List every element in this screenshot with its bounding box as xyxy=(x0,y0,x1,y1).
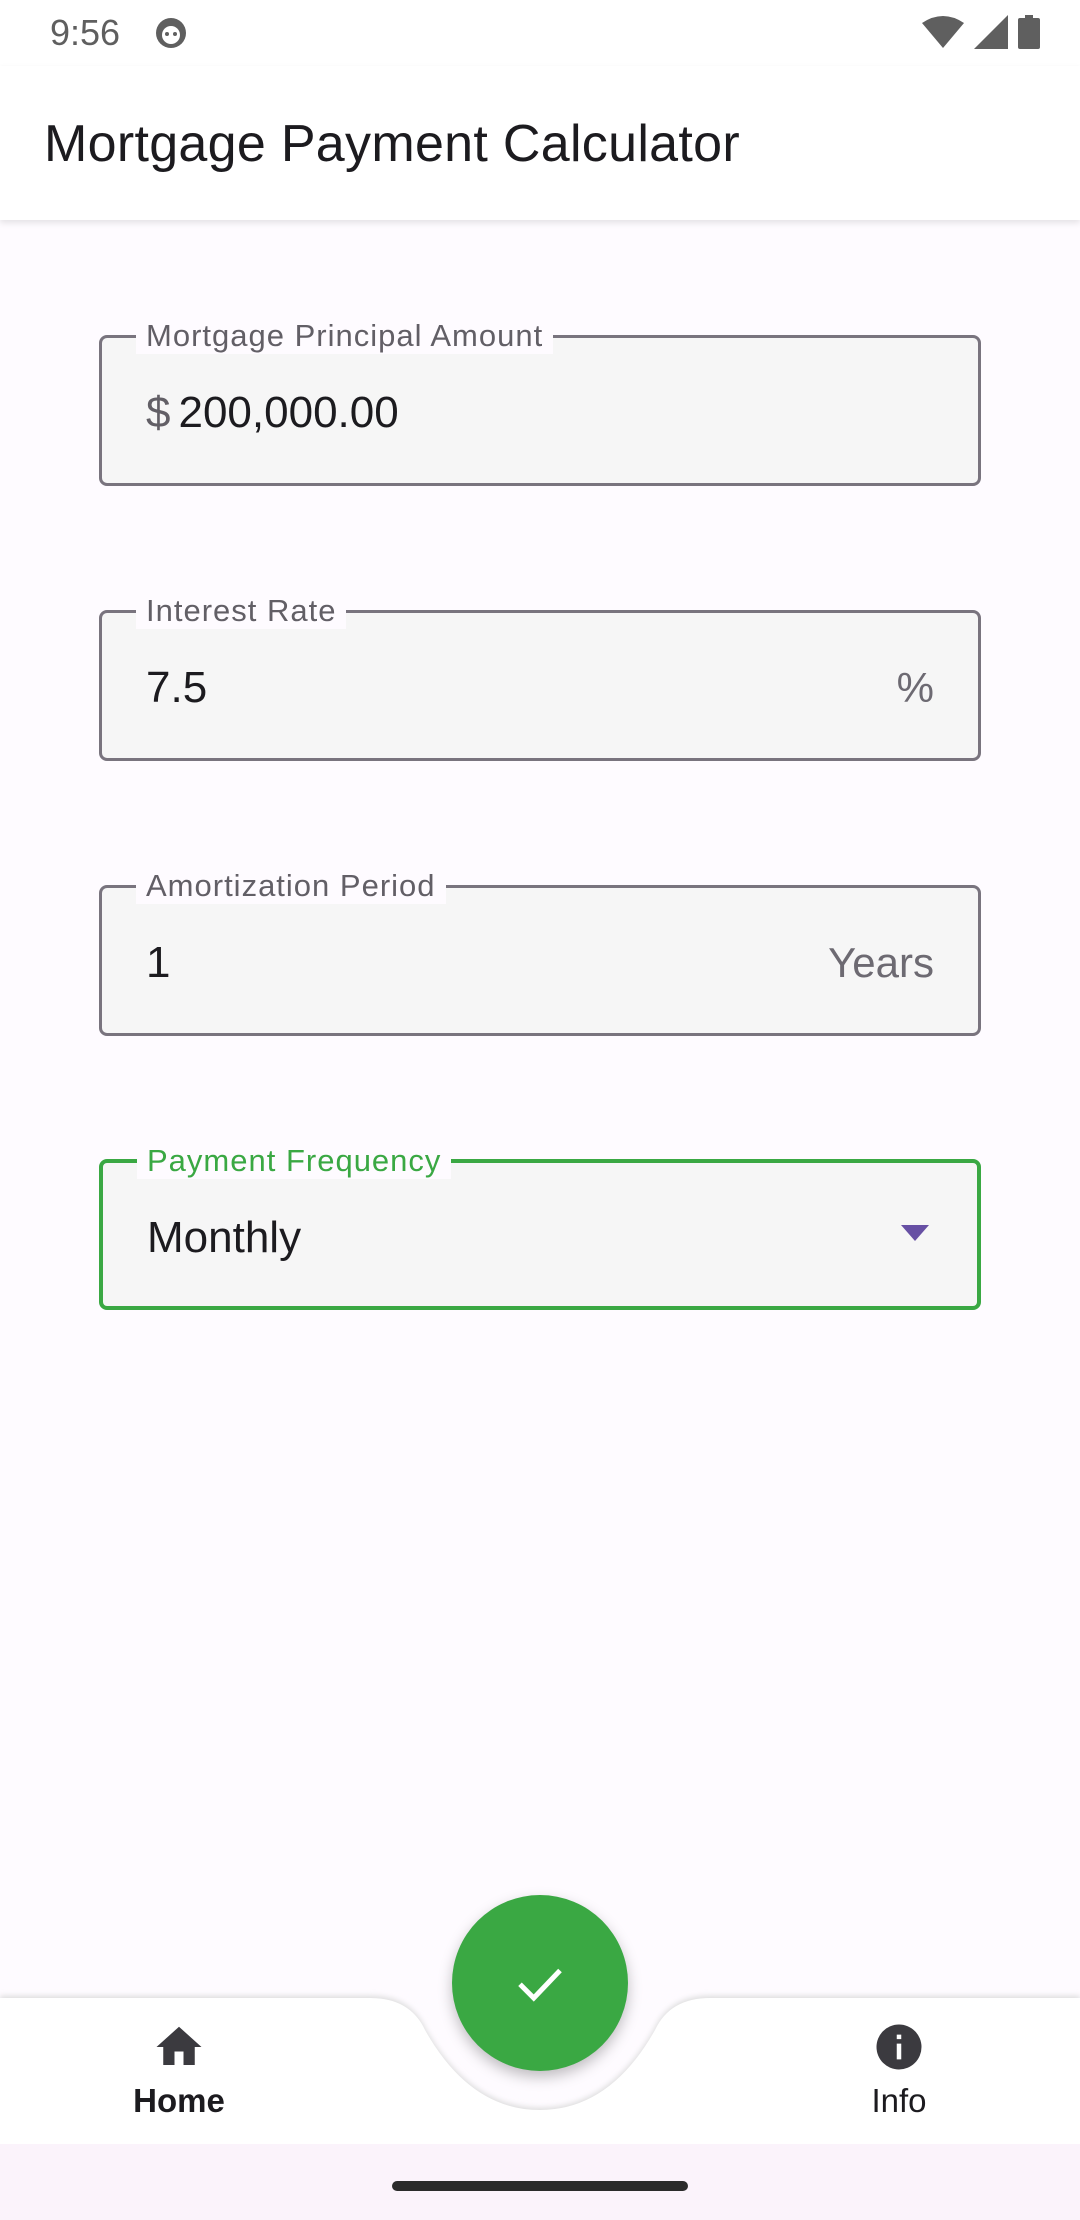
percent-suffix: % xyxy=(896,664,934,711)
status-bar: 9:56 xyxy=(0,0,1080,66)
info-icon xyxy=(876,2024,922,2070)
payment-frequency-dropdown[interactable]: Payment Frequency Monthly xyxy=(99,1143,981,1310)
nav-item-home[interactable]: Home xyxy=(79,2020,279,2140)
amortization-period-field[interactable]: Amortization Period 1 Years xyxy=(99,868,981,1036)
check-icon xyxy=(518,1968,562,2002)
signal-icon xyxy=(974,15,1008,49)
gesture-handle[interactable] xyxy=(392,2181,688,2191)
principal-amount-input[interactable]: 200,000.00 xyxy=(178,388,398,437)
interest-rate-field[interactable]: Interest Rate 7.5 % xyxy=(99,593,981,761)
currency-prefix: $ xyxy=(146,388,171,437)
dropdown-arrow-icon[interactable] xyxy=(901,1225,929,1241)
amortization-period-input[interactable]: 1 xyxy=(146,938,170,988)
nav-label-home: Home xyxy=(133,2082,225,2119)
amortization-period-label: Amortization Period xyxy=(136,868,446,904)
battery-icon xyxy=(1018,15,1040,49)
principal-amount-label: Mortgage Principal Amount xyxy=(136,318,554,354)
interest-rate-label: Interest Rate xyxy=(136,593,347,629)
nav-item-info[interactable]: Info xyxy=(799,2020,999,2140)
nav-label-info: Info xyxy=(871,2082,927,2119)
app-notification-icon xyxy=(156,18,186,48)
wifi-icon xyxy=(922,16,964,48)
payment-frequency-label: Payment Frequency xyxy=(137,1143,452,1179)
interest-rate-input[interactable]: 7.5 xyxy=(146,663,207,713)
principal-amount-field[interactable]: Mortgage Principal Amount $200,000.00 xyxy=(99,318,981,486)
page-title: Mortgage Payment Calculator xyxy=(44,115,740,173)
home-icon xyxy=(156,2026,202,2065)
status-time: 9:56 xyxy=(50,12,121,53)
principal-amount-value[interactable]: $200,000.00 xyxy=(146,388,399,438)
payment-frequency-selected[interactable]: Monthly xyxy=(147,1213,301,1263)
years-suffix: Years xyxy=(828,939,934,986)
calculate-fab-button[interactable] xyxy=(452,1895,628,2071)
app-bar: Mortgage Payment Calculator xyxy=(0,66,1080,220)
